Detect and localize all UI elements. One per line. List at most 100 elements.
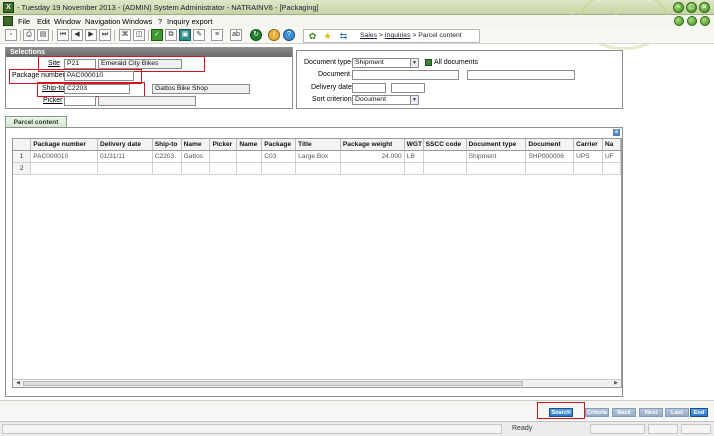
column-header[interactable]: Document type	[466, 139, 527, 151]
picker-field[interactable]	[64, 96, 96, 106]
menu-file[interactable]: File	[18, 17, 30, 26]
menu-inquiry-export[interactable]: Inquiry export	[167, 17, 212, 26]
app-menu-icon[interactable]	[3, 16, 13, 26]
previous-record-icon[interactable]: ◀	[71, 29, 83, 41]
column-header[interactable]: Package number	[30, 139, 98, 151]
table-cell[interactable]	[602, 162, 621, 175]
document-description-field[interactable]	[467, 70, 575, 80]
menu-edit[interactable]: Edit	[37, 17, 50, 26]
column-header[interactable]: Package	[261, 139, 297, 151]
breadcrumb-inquiries[interactable]: Inquiries	[385, 32, 411, 39]
table-cell[interactable]: Gattos	[181, 150, 211, 163]
table-cell[interactable]: C03	[261, 150, 297, 163]
table-cell[interactable]	[236, 150, 263, 163]
column-header[interactable]: Na	[602, 139, 621, 151]
criteria-button[interactable]: Criteria	[585, 408, 609, 417]
table-cell[interactable]	[423, 150, 467, 163]
table-cell[interactable]	[30, 162, 98, 175]
scrollbar-thumb[interactable]	[23, 381, 523, 386]
sort-criterion-select[interactable]: Document ▼	[352, 95, 419, 105]
menu-window[interactable]: Window	[54, 17, 81, 26]
paste-icon[interactable]: ▣	[179, 29, 191, 41]
document-field[interactable]	[352, 70, 459, 80]
document-type-select[interactable]: Shipment ▼	[352, 58, 419, 68]
column-header[interactable]: Package weight	[340, 139, 405, 151]
first-record-icon[interactable]: ⏮	[57, 29, 69, 41]
table-cell[interactable]: UPS	[573, 150, 604, 163]
table-cell[interactable]	[423, 162, 467, 175]
next-record-icon[interactable]: ▶	[85, 29, 97, 41]
table-row[interactable]: 2	[13, 162, 621, 175]
favorites-star-icon[interactable]: ★	[322, 31, 333, 42]
info-icon[interactable]: i	[268, 29, 280, 41]
menu-navigation[interactable]: Navigation	[85, 17, 120, 26]
signpost-icon[interactable]: ⇆	[338, 31, 349, 42]
table-cell[interactable]	[525, 162, 575, 175]
text-icon[interactable]: ab	[230, 29, 242, 41]
export-icon[interactable]: ▤	[37, 29, 49, 41]
back-button[interactable]: Back	[612, 408, 636, 417]
column-header[interactable]: Name	[236, 139, 263, 151]
table-row[interactable]: 1 PAC000010 01/31/11 C2203 Gattos C03 La…	[13, 150, 621, 163]
new-icon[interactable]: ▫	[5, 29, 17, 41]
help-icon[interactable]: ?	[283, 29, 295, 41]
all-documents-checkbox[interactable]	[425, 59, 432, 66]
refresh-icon[interactable]: ↻	[250, 29, 262, 41]
selection-icon[interactable]: ◫	[133, 29, 145, 41]
table-cell[interactable]	[573, 162, 604, 175]
maximize-button[interactable]: □	[686, 2, 697, 13]
breadcrumb-sales[interactable]: Sales	[360, 32, 377, 39]
table-cell[interactable]: 01/31/11	[97, 150, 153, 163]
column-header[interactable]: Title	[295, 139, 341, 151]
column-header[interactable]: WGT	[404, 139, 424, 151]
copy-icon[interactable]: ⧉	[165, 29, 177, 41]
table-cell[interactable]	[466, 162, 527, 175]
home-icon[interactable]: ✿	[307, 31, 318, 42]
column-header[interactable]: Picker	[209, 139, 238, 151]
list-icon[interactable]: ≡	[211, 29, 223, 41]
table-cell[interactable]	[236, 162, 263, 175]
table-cell[interactable]: SHP000006	[525, 150, 575, 163]
column-header[interactable]: Carrier	[573, 139, 604, 151]
delivery-date-to-field[interactable]	[391, 83, 425, 93]
horizontal-scrollbar[interactable]: ◀ ▶	[13, 379, 621, 387]
table-cell[interactable]	[152, 162, 182, 175]
table-cell[interactable]	[209, 162, 238, 175]
grid-options-icon[interactable]: ⊞	[613, 129, 620, 136]
scroll-right-icon[interactable]: ▶	[612, 380, 620, 387]
table-cell[interactable]: 24.000	[340, 150, 405, 163]
table-cell[interactable]	[404, 162, 424, 175]
column-header[interactable]: Ship-to	[152, 139, 182, 151]
minimize-icon[interactable]	[674, 16, 684, 26]
column-header[interactable]: SSCC code	[423, 139, 467, 151]
table-cell[interactable]: UF	[602, 150, 621, 163]
table-cell[interactable]	[340, 162, 405, 175]
table-cell[interactable]: PAC000010	[30, 150, 98, 163]
scroll-left-icon[interactable]: ◀	[14, 380, 22, 387]
last-record-icon[interactable]: ⏭	[99, 29, 111, 41]
column-header[interactable]: Delivery date	[97, 139, 153, 151]
last-button[interactable]: Last	[665, 408, 689, 417]
minimize-button[interactable]: –	[673, 2, 684, 13]
table-cell[interactable]	[181, 162, 211, 175]
menu-windows[interactable]: Windows	[122, 17, 152, 26]
table-cell[interactable]: Large Box	[295, 150, 341, 163]
chevron-down-icon[interactable]: ▼	[410, 59, 418, 67]
end-button[interactable]: End	[690, 408, 708, 417]
restore-icon[interactable]	[687, 16, 697, 26]
close-button[interactable]: ×	[699, 2, 710, 13]
table-cell[interactable]	[209, 150, 238, 163]
table-cell[interactable]: Shipment	[466, 150, 527, 163]
delivery-date-from-field[interactable]	[352, 83, 386, 93]
menu-help[interactable]: ?	[158, 17, 162, 26]
print-icon[interactable]: ⎙	[23, 29, 35, 41]
picker-label[interactable]: Picker	[43, 97, 62, 104]
table-cell[interactable]: C2203	[152, 150, 182, 163]
validate-icon[interactable]: ✓	[151, 29, 163, 41]
table-cell[interactable]	[295, 162, 341, 175]
chevron-down-icon[interactable]: ▼	[410, 96, 418, 104]
column-header[interactable]: Document	[525, 139, 575, 151]
column-header[interactable]: Name	[181, 139, 211, 151]
table-cell[interactable]	[261, 162, 297, 175]
edit-icon[interactable]: ✎	[193, 29, 205, 41]
